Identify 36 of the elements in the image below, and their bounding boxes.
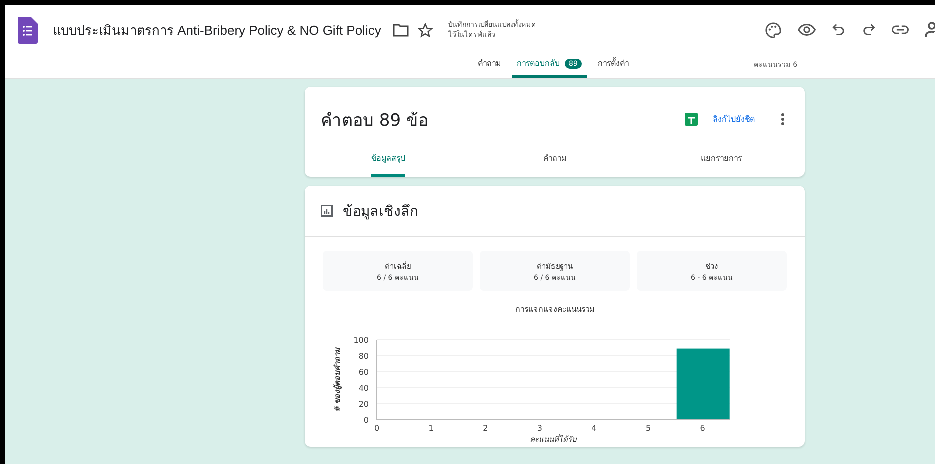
- responses-title: คำตอบ 89 ข้อ: [321, 110, 428, 132]
- bar: [676, 348, 730, 420]
- y-tick-label: 80: [358, 352, 369, 361]
- tab[interactable]: คำถาม: [544, 144, 566, 177]
- redo-icon[interactable]: [862, 23, 876, 37]
- form-title[interactable]: แบบประเมินมาตรการ Anti-Bribery Policy & NO Gift Policy: [53, 20, 382, 40]
- y-tick-label: 20: [358, 400, 369, 409]
- x-tick-label: 1: [428, 424, 434, 433]
- add-person-icon[interactable]: [925, 22, 935, 38]
- sheets-icon[interactable]: [685, 112, 698, 126]
- y-tick-label: 0: [364, 416, 369, 425]
- link-to-sheet-button[interactable]: ลิงก์ไปยังชีต: [707, 112, 761, 126]
- chart-title: การแจกแจงคะแนนรวม: [516, 305, 594, 314]
- x-tick-label: 2: [483, 424, 488, 433]
- more-options-icon[interactable]: [781, 112, 785, 126]
- x-tick-label: 5: [646, 424, 652, 433]
- y-tick-label: 40: [358, 384, 369, 393]
- y-tick-label: 100: [354, 336, 369, 345]
- x-tick-label: 6: [700, 424, 706, 433]
- palette-icon[interactable]: [765, 22, 782, 38]
- insights-title: ข้อมูลเชิงลึก: [343, 203, 418, 222]
- link-icon[interactable]: [892, 25, 909, 35]
- tab[interactable]: คำถาม: [473, 57, 506, 78]
- undo-icon[interactable]: [832, 23, 846, 37]
- x-tick-label: 4: [592, 424, 597, 433]
- tab[interactable]: การตั้งค่า: [592, 57, 634, 78]
- y-tick-label: 60: [358, 368, 369, 377]
- forms-logo-icon: [18, 16, 38, 44]
- eye-icon[interactable]: [798, 23, 816, 37]
- x-tick-label: 3: [537, 424, 542, 433]
- x-tick-label: 0: [374, 424, 380, 433]
- tab[interactable]: แยกรายการ: [701, 144, 742, 177]
- folder-icon[interactable]: [393, 24, 410, 36]
- star-icon[interactable]: [418, 22, 434, 38]
- tab[interactable]: ข้อมูลสรุป: [371, 144, 406, 177]
- bar-chart-icon: [321, 205, 333, 217]
